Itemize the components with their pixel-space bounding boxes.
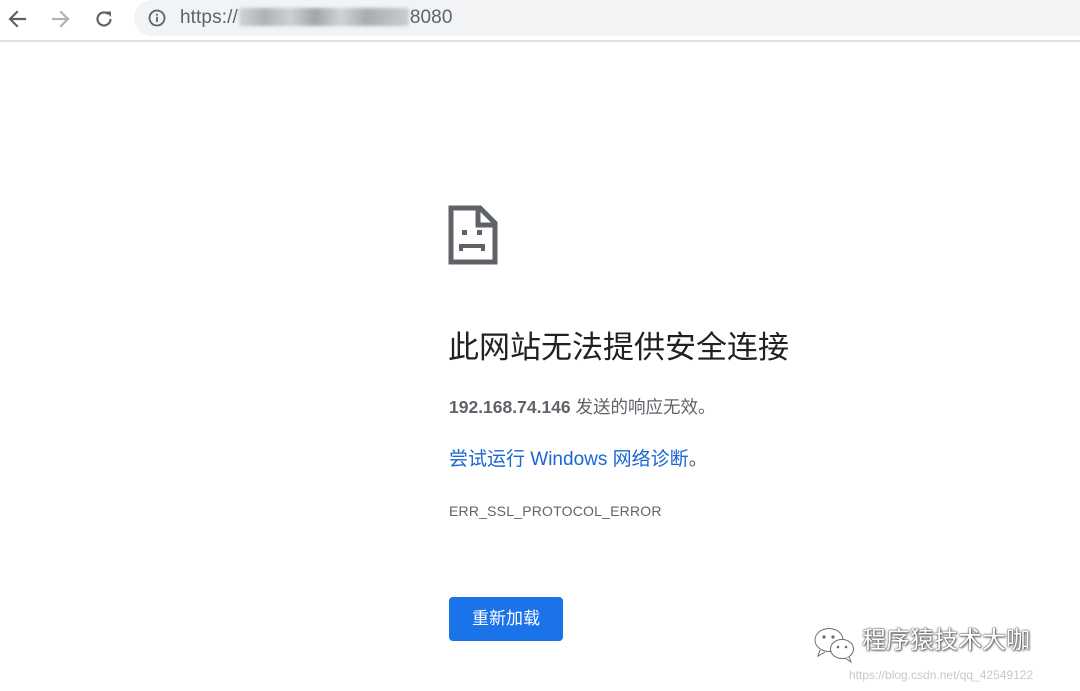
watermark-name: 程序猿技术大咖 (862, 627, 1030, 654)
back-arrow-icon (8, 10, 27, 28)
toolbar-divider (0, 40, 1080, 42)
watermark-url: https://blog.csdn.net/qq_42549122 (849, 668, 1034, 682)
url-host-redacted (238, 8, 409, 26)
host-address: 192.168.74.146 (449, 397, 571, 417)
reload-icon (96, 11, 112, 27)
sad-page-icon (448, 205, 498, 265)
browser-toolbar: https:// 8080 (0, 0, 1080, 40)
url-scheme: https:// (180, 7, 238, 28)
error-code: ERR_SSL_PROTOCOL_ERROR (449, 503, 662, 519)
suggestion-period: 。 (688, 449, 708, 470)
wechat-logo-icon (813, 627, 854, 664)
forward-button[interactable] (46, 4, 76, 34)
back-button[interactable] (2, 4, 32, 34)
reload-page-button[interactable]: 重新加载 (449, 597, 563, 641)
url-port: 8080 (409, 7, 453, 28)
address-bar[interactable]: https:// 8080 (134, 0, 1080, 36)
error-message-text: 发送的响应无效。 (570, 397, 716, 417)
reload-button[interactable] (89, 4, 119, 34)
error-message: 192.168.74.146 发送的响应无效。 (449, 395, 716, 419)
forward-arrow-icon (51, 10, 70, 28)
url-text[interactable]: https:// 8080 (180, 8, 453, 28)
network-diagnostics-suggestion: 尝试运行 Windows 网络诊断。 (449, 447, 708, 473)
network-diagnostics-link[interactable]: 尝试运行 Windows 网络诊断 (449, 449, 689, 470)
info-circle-icon[interactable] (148, 9, 166, 27)
error-heading: 此网站无法提供安全连接 (448, 330, 789, 365)
